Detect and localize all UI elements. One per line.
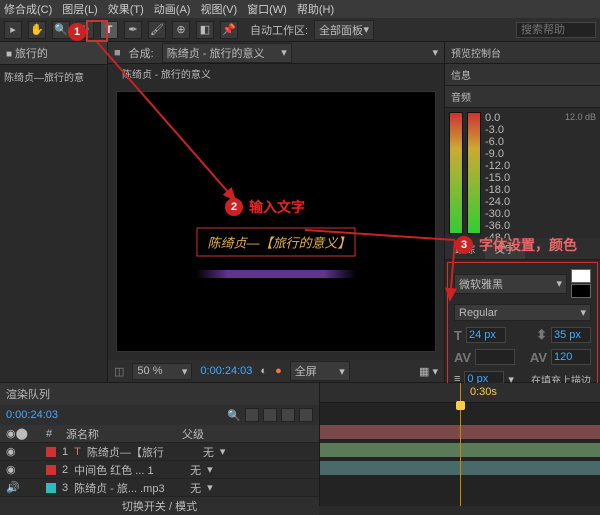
comp-tab[interactable]: 陈绮贞 - 旅行的意义 — [114, 64, 219, 83]
workspace-dropdown[interactable]: 全部面板▾ — [314, 20, 374, 40]
pen-tool[interactable]: ✒ — [124, 21, 142, 39]
selection-tool[interactable]: ▸ — [4, 21, 22, 39]
audio-db-scale: 0.0-3.0-6.0 -9.0-12.0-15.0 -18.0-24.0-30… — [485, 112, 510, 234]
menu-effect[interactable]: 效果(T) — [108, 1, 144, 17]
right-panels: 预览控制台 信息 音频 0.0-3.0-6.0 -9.0-12.0-15.0 -… — [444, 42, 600, 382]
menu-window[interactable]: 窗口(W) — [247, 1, 287, 17]
audio-meter-right-bar — [467, 112, 481, 234]
hand-tool[interactable]: ✋ — [28, 21, 46, 39]
playhead[interactable] — [460, 383, 461, 506]
layer-row-2[interactable]: ◉ 2 中间色 红色 ... 1 无▾ — [0, 461, 319, 479]
waveform-visual — [196, 270, 356, 278]
comp-dropdown[interactable]: 陈绮贞 - 旅行的意义▾ — [162, 43, 292, 63]
annotation-box-1 — [86, 20, 108, 42]
project-item[interactable]: 陈绮贞—旅行的意 — [0, 65, 107, 88]
tl-ctrl-4[interactable] — [299, 408, 313, 422]
view-mode-dropdown[interactable]: 全屏▾ — [290, 361, 350, 381]
leading-icon: ⬍ — [536, 327, 547, 343]
font-style-dropdown[interactable]: Regular▾ — [454, 304, 591, 321]
viewer-controls: ◫ 50 %▾ 0:00:24:03 ◐ ● 全屏▾ ▦ ▾ — [108, 360, 444, 382]
col-parent[interactable]: 父级 — [182, 426, 204, 442]
kerning-input[interactable] — [475, 349, 515, 365]
info-panel-header[interactable]: 信息 — [445, 64, 600, 86]
toggle-switches-button[interactable]: 切换开关 / 模式 — [122, 498, 197, 514]
stroke-color-swatch[interactable] — [571, 284, 591, 298]
menu-view[interactable]: 视图(V) — [200, 1, 237, 17]
menu-animation[interactable]: 动画(A) — [154, 1, 191, 17]
leading-input[interactable] — [551, 327, 591, 343]
tl-ctrl-1[interactable] — [245, 408, 259, 422]
project-panel: ■ 旅行的 陈绮贞—旅行的意 — [0, 42, 108, 382]
audio-panel-header[interactable]: 音频 — [445, 86, 600, 108]
timeline-tracks[interactable]: 0:30s — [320, 383, 600, 506]
timeline-panel: 渲染队列 0:00:24:03 🔍 ◉⬤ # 源名称 父级 ◉ 1 T 陈绮贞—… — [0, 382, 600, 506]
layer-row-3[interactable]: 🔊 3 陈绮贞 - 旅... .mp3 无▾ — [0, 479, 319, 497]
tracking-input[interactable] — [551, 349, 591, 365]
brush-tool[interactable]: 🖌 — [148, 21, 166, 39]
preview-panel-header[interactable]: 预览控制台 — [445, 42, 600, 64]
project-tab[interactable]: ■ 旅行的 — [0, 42, 107, 65]
puppet-tool[interactable]: 📌 — [220, 21, 238, 39]
menu-bar: 修合成(C) 图层(L) 效果(T) 动画(A) 视图(V) 窗口(W) 帮助(… — [0, 0, 600, 18]
audio-meter: 0.0-3.0-6.0 -9.0-12.0-15.0 -18.0-24.0-30… — [445, 108, 600, 238]
zoom-dropdown[interactable]: 50 %▾ — [132, 363, 192, 380]
font-size-icon: T — [454, 328, 462, 343]
viewer-text-layer[interactable]: 陈绮贞—【旅行的意义】 — [197, 228, 356, 257]
audio-db-value: 12.0 dB — [565, 112, 596, 234]
character-tab[interactable]: 文字 — [485, 238, 525, 259]
layer-row-1[interactable]: ◉ 1 T 陈绮贞—【旅行 无▾ — [0, 443, 319, 461]
search-help-input[interactable] — [516, 22, 596, 38]
tl-ctrl-2[interactable] — [263, 408, 277, 422]
zoom-tool[interactable]: 🔍 — [52, 21, 70, 39]
font-size-input[interactable] — [466, 327, 506, 343]
font-family-dropdown[interactable]: 微软雅黑▾ — [454, 274, 567, 294]
menu-help[interactable]: 帮助(H) — [297, 1, 334, 17]
viewer-timecode[interactable]: 0:00:24:03 — [200, 365, 252, 377]
audio-meter-left — [449, 112, 463, 234]
kerning-icon: AV — [454, 350, 471, 365]
workspace-label: 自动工作区: — [250, 22, 308, 38]
tl-ctrl-3[interactable] — [281, 408, 295, 422]
fill-color-swatch[interactable] — [571, 269, 591, 283]
comp-header-label: 合成: — [129, 45, 154, 61]
tracking-icon: AV — [530, 350, 547, 365]
tracking-tab[interactable]: 跟踪 — [445, 238, 485, 259]
col-source[interactable]: 源名称 — [66, 426, 176, 442]
clone-tool[interactable]: ⊕ — [172, 21, 190, 39]
composition-panel: ■ 合成: 陈绮贞 - 旅行的意义▾ ▾ 陈绮贞 - 旅行的意义 陈绮贞—【旅行… — [108, 42, 444, 382]
render-queue-tab[interactable]: 渲染队列 — [6, 386, 50, 402]
res-icon[interactable]: ◐ — [260, 365, 267, 377]
timeline-timecode[interactable]: 0:00:24:03 — [6, 409, 58, 421]
eraser-tool[interactable]: ◧ — [196, 21, 214, 39]
menu-composition[interactable]: 修合成(C) — [4, 1, 52, 17]
menu-layer[interactable]: 图层(L) — [62, 1, 97, 17]
composition-viewer[interactable]: 陈绮贞—【旅行的意义】 — [116, 91, 436, 352]
